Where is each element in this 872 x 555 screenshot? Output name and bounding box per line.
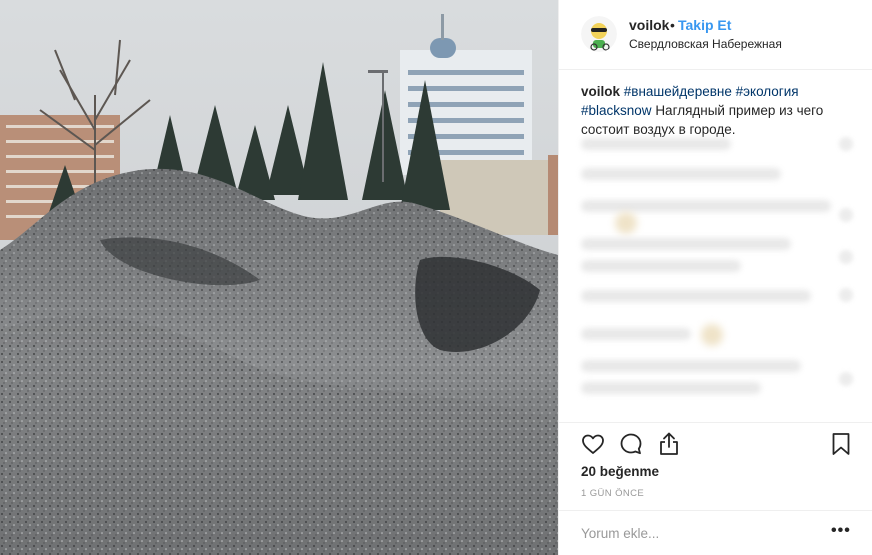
more-options-icon[interactable]: ••• <box>831 523 851 539</box>
post-photo[interactable] <box>0 0 558 555</box>
avatar[interactable] <box>581 16 617 52</box>
blurred-heart <box>839 372 853 386</box>
blurred-comment-line <box>581 168 781 180</box>
comment-divider <box>559 510 872 511</box>
photo-image <box>0 0 558 555</box>
blurred-comment-line <box>581 290 811 302</box>
blurred-emoji <box>701 324 723 346</box>
comment-input[interactable] <box>581 524 821 542</box>
blurred-comment-line <box>581 200 831 212</box>
avatar-cyclist-icon <box>581 16 617 52</box>
post-header: voilok • Takip Et Свердловская Набережна… <box>559 0 872 70</box>
location-link[interactable]: Свердловская Набережная <box>629 37 782 51</box>
blurred-heart <box>839 208 853 222</box>
blurred-comment-line <box>581 260 741 272</box>
likes-count[interactable]: 20 beğenme <box>581 464 659 479</box>
follow-button[interactable]: Takip Et <box>678 17 731 33</box>
header-separator: • <box>670 17 675 33</box>
post-side-panel: voilok • Takip Et Свердловская Набережна… <box>558 0 872 555</box>
comments-blurred <box>573 128 865 418</box>
hashtag-link[interactable]: #экология <box>736 84 799 99</box>
actions-divider <box>559 422 872 423</box>
post-timestamp[interactable]: 1 GÜN ÖNCE <box>581 488 644 499</box>
blurred-heart <box>839 137 853 151</box>
bookmark-icon[interactable] <box>831 432 851 456</box>
blurred-comment-line <box>581 360 801 372</box>
share-icon[interactable] <box>657 431 681 457</box>
blurred-comment-line <box>581 382 761 394</box>
heart-icon[interactable] <box>581 432 605 456</box>
comment-icon[interactable] <box>619 432 643 456</box>
blurred-heart <box>839 250 853 264</box>
hashtag-link[interactable]: #blacksnow <box>581 103 652 118</box>
blurred-comment-line <box>581 238 791 250</box>
post-username[interactable]: voilok <box>629 17 669 33</box>
blurred-emoji <box>615 212 637 234</box>
blurred-comment-line <box>581 138 731 150</box>
caption-username[interactable]: voilok <box>581 84 620 99</box>
hashtag-link[interactable]: #внашейдеревне <box>624 84 732 99</box>
blurred-heart <box>839 288 853 302</box>
blurred-comment-line <box>581 328 691 340</box>
